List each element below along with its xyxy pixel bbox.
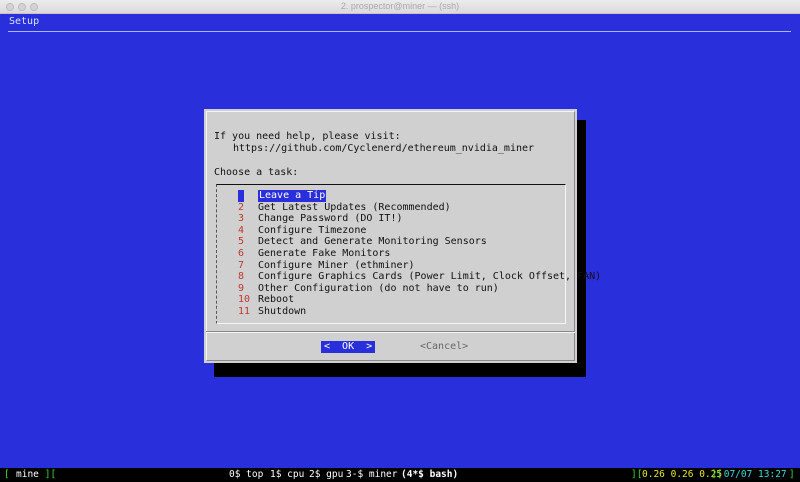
task-dialog: If you need help, please visit: https://… — [204, 109, 601, 363]
task-menu-item[interactable]: 4 Configure Timezone — [217, 225, 557, 237]
window-tab-top[interactable]: 0$ top — [229, 468, 263, 482]
task-menu-item-label: Generate Fake Monitors — [258, 248, 391, 259]
task-menu-item-number: 6 — [238, 248, 245, 259]
task-menu[interactable]: 1 Leave a Tip 2 Get Latest Updates (Recomme… — [216, 184, 601, 324]
window-titlebar: 2. prospector@miner — (ssh) — [0, 0, 800, 14]
task-menu-item-number: 10 — [238, 294, 251, 306]
task-menu-item-number: 9 — [238, 282, 245, 294]
task-menu-item[interactable]: 8 Configure Graphics Cards (Power Limit, … — [217, 271, 601, 283]
task-menu-item[interactable]: 11 Shutdown — [217, 306, 557, 318]
task-menu-item-label: Leave a Tip — [258, 190, 327, 202]
tmux-status-bar: [ mine ][ 0$ top 1$ cpu 2$ gpu 3-$ miner… — [0, 468, 800, 482]
task-menu-item-label: Get Latest Updates (Recommended) — [258, 201, 451, 213]
task-menu-item[interactable]: 5 Detect and Generate Monitoring Sensors — [217, 236, 557, 248]
cancel-button[interactable]: <Cancel> — [420, 341, 468, 353]
task-menu-item[interactable]: 2 Get Latest Updates (Recommended) — [217, 202, 557, 214]
task-menu-item-label: Configure Graphics Cards (Power Limit, C… — [258, 271, 602, 283]
window-tab-bash-active[interactable]: (4*$ bash) — [401, 468, 458, 482]
backtitle-rule — [8, 31, 791, 32]
task-menu-item-label: Reboot — [258, 294, 295, 306]
task-menu-item-label: Other Configuration (do not have to run) — [258, 282, 499, 294]
help-text: If you need help, please visit: — [214, 131, 401, 142]
task-menu-item[interactable]: 1 Leave a Tip — [217, 190, 557, 202]
task-menu-item-label: Detect and Generate Monitoring Sensors — [258, 236, 487, 248]
session-bracket-close: ][ — [39, 469, 57, 480]
task-menu-item-number: 7 — [238, 259, 245, 271]
task-menu-item-label: Change Password (DO IT!) — [258, 213, 403, 225]
task-menu-item-number: 2 — [238, 201, 245, 213]
task-menu-item-number: 1 — [238, 190, 245, 202]
window-tab-gpu[interactable]: 2$ gpu — [309, 468, 343, 482]
task-menu-item[interactable]: 3 Change Password (DO IT!) — [217, 213, 557, 225]
task-menu-item-number: 3 — [238, 213, 245, 225]
task-menu-item-label: Configure Timezone — [258, 224, 367, 236]
window-tab-miner[interactable]: 3-$ miner — [346, 468, 397, 482]
window-tab-cpu[interactable]: 1$ cpu — [270, 468, 304, 482]
help-url: https://github.com/Cyclenerd/ethereum_nv… — [233, 143, 535, 154]
session-bracket-open: [ — [4, 469, 16, 480]
task-menu-item[interactable]: 9 Other Configuration (do not have to run… — [217, 283, 557, 295]
ok-button[interactable]: < OK > — [321, 341, 376, 353]
choose-task-prompt: Choose a task: — [214, 167, 299, 178]
task-menu-item-label: Configure Miner (ethminer) — [258, 259, 415, 271]
session-name: mine — [16, 469, 39, 480]
task-menu-item-number: 5 — [238, 236, 245, 248]
window-title: 2. prospector@miner — (ssh) — [340, 1, 460, 11]
button-separator — [206, 331, 575, 333]
load-bracket-open: ][ — [631, 469, 643, 480]
task-menu-item-number: 11 — [238, 306, 251, 317]
task-menu-item[interactable]: 7 Configure Miner (ethminer) — [217, 260, 557, 272]
task-menu-item-label: Shutdown — [258, 306, 307, 317]
task-menu-item[interactable]: 10 Reboot — [217, 294, 557, 306]
clock-bracket-close: ] — [789, 469, 795, 480]
task-menu-item-number: 4 — [238, 224, 245, 236]
backtitle: Setup — [9, 16, 40, 27]
task-menu-item[interactable]: 6 Generate Fake Monitors — [217, 248, 557, 260]
clock: 07/07 13:27 — [718, 469, 793, 480]
task-menu-item-number: 8 — [238, 271, 245, 283]
